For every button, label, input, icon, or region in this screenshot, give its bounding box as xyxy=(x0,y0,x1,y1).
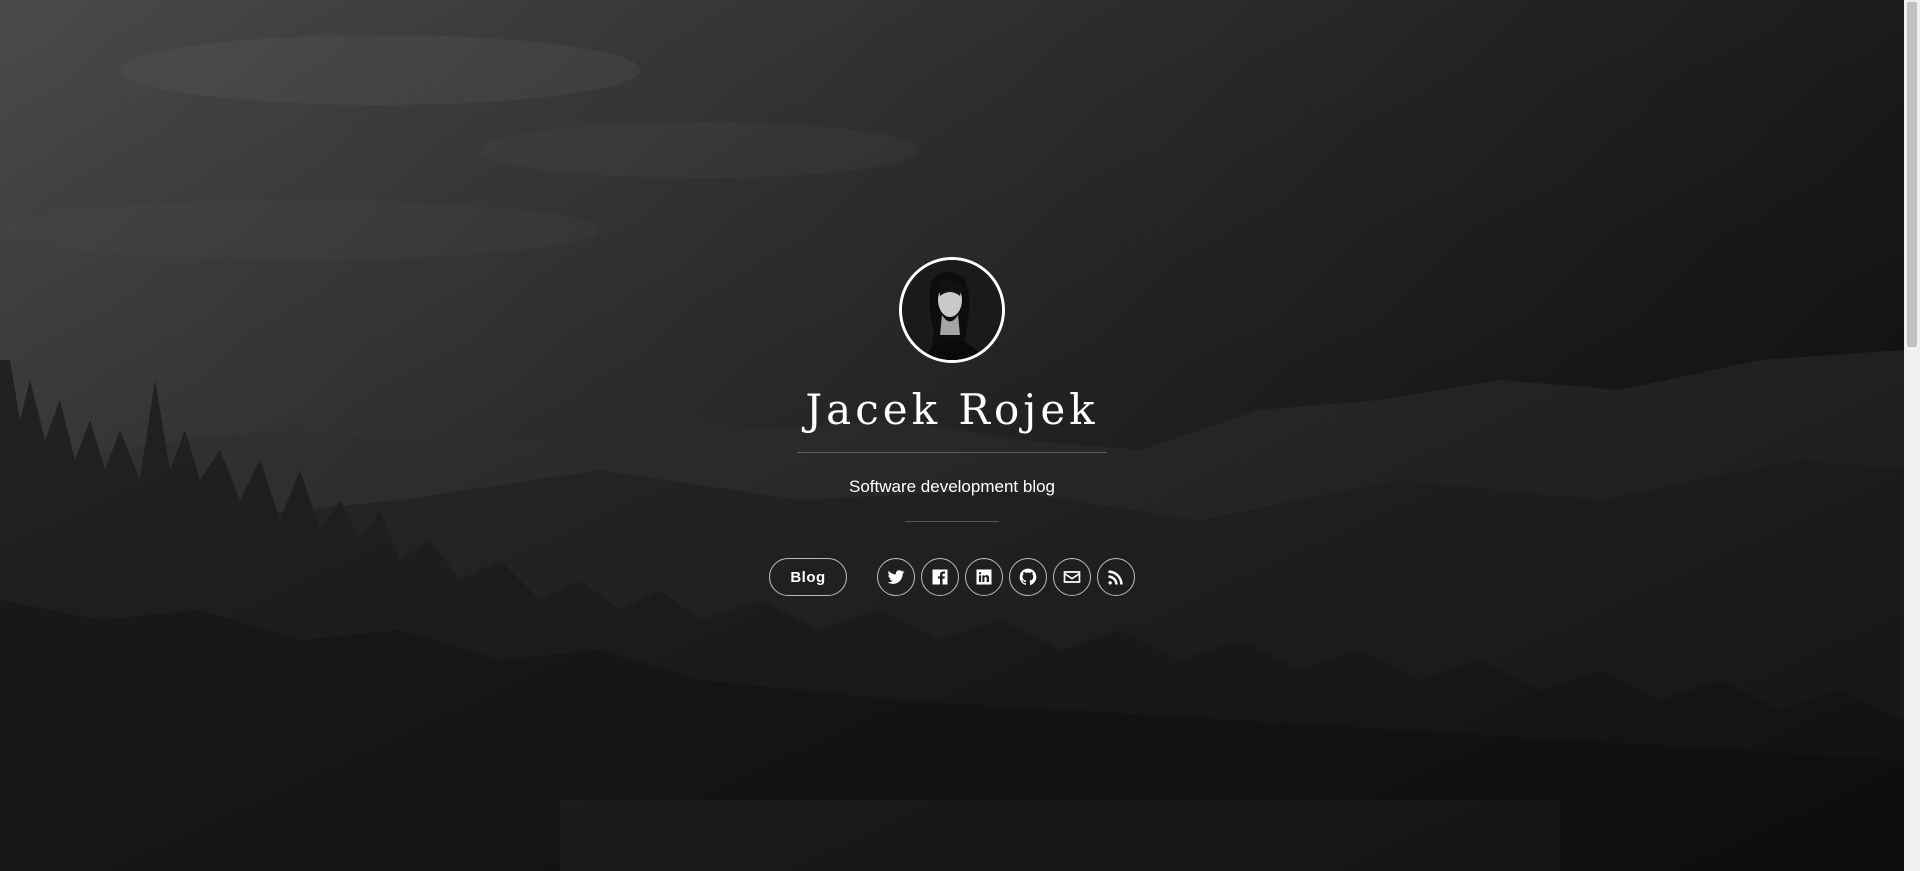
site-title: Jacek Rojek xyxy=(805,385,1099,434)
twitter-icon xyxy=(887,570,905,584)
actions-row: Blog xyxy=(769,558,1135,596)
email-icon xyxy=(1063,571,1081,583)
site-tagline: Software development blog xyxy=(848,477,1056,496)
twitter-link[interactable] xyxy=(877,558,915,596)
linkedin-link[interactable] xyxy=(965,558,1003,596)
profile-section: Jacek Rojek Software development blog Bl… xyxy=(0,257,1904,596)
avatar-portrait-image xyxy=(902,260,1002,360)
rss-icon xyxy=(1108,570,1123,585)
tagline-divider xyxy=(905,521,999,522)
rss-link[interactable] xyxy=(1097,558,1135,596)
title-divider xyxy=(797,452,1107,453)
social-links xyxy=(877,558,1135,596)
github-icon xyxy=(1019,568,1037,586)
scrollbar-thumb[interactable] xyxy=(1907,2,1917,347)
avatar[interactable] xyxy=(899,257,1005,363)
blog-button[interactable]: Blog xyxy=(769,558,847,596)
email-link[interactable] xyxy=(1053,558,1091,596)
linkedin-icon xyxy=(976,569,992,585)
facebook-icon xyxy=(932,569,948,585)
vertical-scrollbar[interactable] xyxy=(1904,0,1920,871)
github-link[interactable] xyxy=(1009,558,1047,596)
facebook-link[interactable] xyxy=(921,558,959,596)
hero-background: Jacek Rojek Software development blog Bl… xyxy=(0,0,1904,871)
